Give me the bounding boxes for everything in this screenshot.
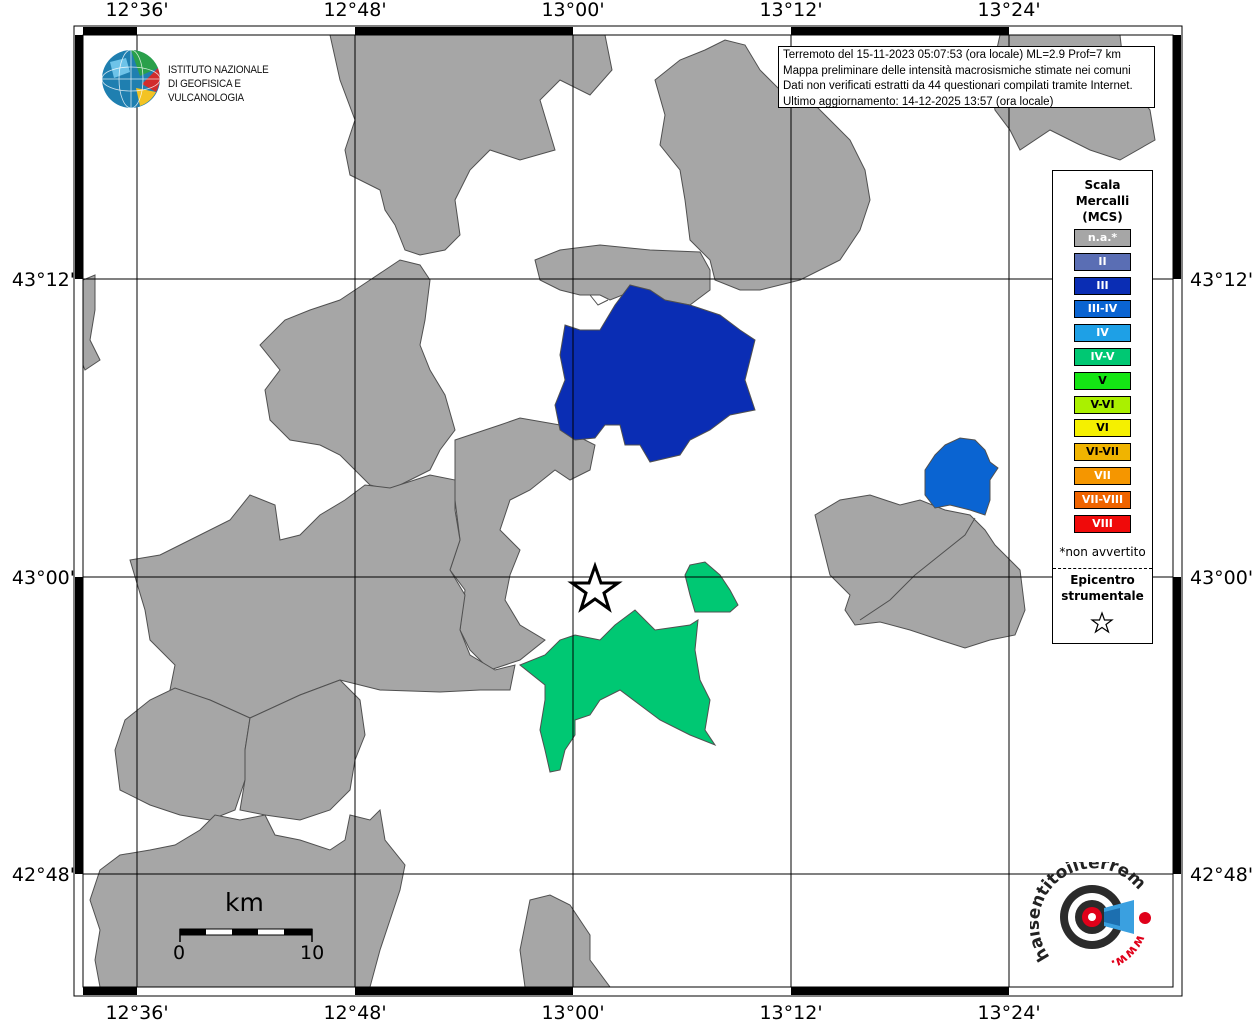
globe-icon [101,49,161,109]
legend-title-line2: Mercalli [1075,194,1130,208]
municipality-na [83,274,101,371]
municipality-na [259,259,456,491]
lat-label: 42°48' [1190,864,1254,886]
lat-label: 43°00' [1190,567,1254,589]
legend-swatch: IV-V [1074,348,1131,366]
lon-label: 12°36' [105,1002,169,1024]
lon-label: 13°12' [759,0,823,21]
legend-epicentre-line2: strumentale [1061,589,1144,603]
municipality-iii [554,284,756,463]
ingv-logo-text: ISTITUTO NAZIONALE DI GEOFISICA E VULCAN… [168,63,305,105]
municipality-na [329,35,613,256]
legend-epicentre-line1: Epicentro [1070,573,1135,587]
lon-label: 13°00' [541,0,605,21]
scale-bar: km 0 10 [170,888,330,968]
lat-label: 42°48' [11,864,75,886]
municipality-na [519,894,611,987]
scale-unit: km [225,888,264,917]
logo-line1: ISTITUTO NAZIONALE [168,64,269,76]
municipality-iii-iv [924,437,999,516]
legend-swatch: III-IV [1074,300,1131,319]
legend-title-line1: Scala [1084,178,1121,192]
legend-title-line3: (MCS) [1082,210,1123,224]
legend-divider [1053,568,1152,569]
legend-swatch: VIII [1074,514,1131,533]
legend-swatch: VII [1074,467,1131,485]
event-info-line1: Terremoto del 15-11-2023 05:07:53 (ora l… [783,49,1121,61]
lat-label: 43°12' [1190,269,1254,291]
legend-title: Scala Mercalli (MCS) [1053,177,1152,225]
event-info-line3: Dati non verificati estratti da 44 quest… [783,80,1133,92]
scale-min: 0 [173,942,186,964]
legend-swatch: II [1074,252,1131,271]
legend-swatch: VI [1074,419,1131,438]
legend-swatch: III [1074,276,1131,295]
lat-label: 43°00' [11,567,75,589]
legend-swatch: n.a.* [1074,229,1131,247]
scale-max: 10 [300,942,325,964]
legend-star-icon [1090,611,1114,634]
municipality-iv-v [519,609,717,773]
lon-label: 13°24' [977,1002,1041,1024]
haisentito-logo: haisentitoilterremoto.it www. [1024,847,1160,982]
event-info-line2: Mappa preliminare delle intensità macros… [783,64,1131,77]
haisentito-logo-graphic: haisentitoilterremoto.it www. [1024,847,1151,972]
event-info-line4: Ultimo aggiornamento: 14-12-2025 13:57 (… [783,95,1054,108]
legend-swatch: VII-VIII [1074,490,1131,509]
lon-label: 12°48' [323,0,387,21]
legend-note: *non avvertito [1059,545,1146,559]
lon-label: 13°12' [759,1002,823,1024]
event-info-box: Terremoto del 15-11-2023 05:07:53 (ora l… [778,46,1155,108]
lon-label: 13°00' [541,1002,605,1024]
lon-label: 12°48' [323,1002,387,1024]
epicentre-star-icon [567,561,623,613]
legend-swatch: IV [1074,324,1131,343]
legend-epicentre-label: Epicentro strumentale [1053,572,1152,604]
logo-line2: DI GEOFISICA E VULCANOLOGIA [168,78,244,104]
lat-label: 43°12' [11,269,75,291]
municipality-iv-v [684,561,739,613]
legend-swatch: VI-VII [1074,443,1131,462]
lon-label: 13°24' [977,0,1041,21]
mcs-legend: Scala Mercalli (MCS) n.a.* II III III-IV IV I… [1052,170,1153,644]
legend-swatch: V-VI [1074,395,1131,414]
legend-swatch: V [1074,371,1131,390]
lon-label: 12°36' [105,0,169,21]
ingv-logo: ISTITUTO NAZIONALE DI GEOFISICA E VULCAN… [100,48,320,110]
